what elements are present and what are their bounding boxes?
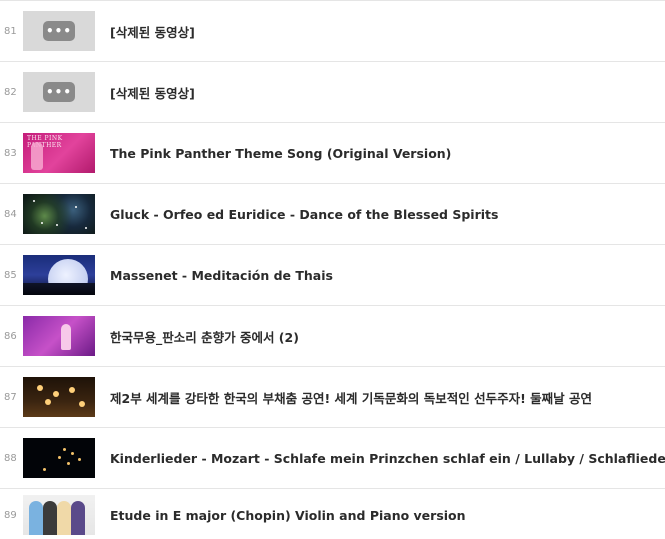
anime-characters-thumbnail[interactable] bbox=[23, 495, 95, 535]
item-title[interactable]: Kinderlieder - Mozart - Schlafe mein Pri… bbox=[110, 451, 665, 466]
item-title[interactable]: 제2부 세계를 강타한 한국의 부채춤 공연! 세계 기독문화의 독보적인 선두… bbox=[110, 388, 592, 407]
playlist-item[interactable]: 88 Kinderlieder - Mozart - Schlafe mein … bbox=[0, 428, 665, 489]
deleted-video-thumbnail[interactable]: ••• bbox=[23, 72, 95, 112]
night-lights-thumbnail[interactable] bbox=[23, 438, 95, 478]
playlist-item[interactable]: 84 Gluck - Orfeo ed Euridice - Dance of … bbox=[0, 184, 665, 245]
item-index: 88 bbox=[4, 452, 17, 464]
item-index: 82 bbox=[4, 86, 17, 98]
korean-dance-stage-thumbnail[interactable] bbox=[23, 316, 95, 356]
playlist-item[interactable]: 89 Etude in E major (Chopin) Violin and … bbox=[0, 489, 665, 539]
item-title[interactable]: Gluck - Orfeo ed Euridice - Dance of the… bbox=[110, 207, 498, 222]
deleted-video-thumbnail[interactable]: ••• bbox=[23, 11, 95, 51]
item-index: 81 bbox=[4, 25, 17, 37]
item-title[interactable]: Etude in E major (Chopin) Violin and Pia… bbox=[110, 508, 466, 523]
pink-panther-thumbnail[interactable]: THE PINK PANTHER bbox=[23, 133, 95, 173]
item-index: 86 bbox=[4, 330, 17, 342]
item-index: 87 bbox=[4, 391, 17, 403]
dancer-figure bbox=[61, 324, 71, 350]
item-index: 83 bbox=[4, 147, 17, 159]
playlist-item[interactable]: 81 ••• [삭제된 동영상] bbox=[0, 1, 665, 62]
playlist-item[interactable]: 85 Massenet - Meditación de Thais bbox=[0, 245, 665, 306]
item-title[interactable]: [삭제된 동영상] bbox=[110, 83, 195, 102]
item-index: 89 bbox=[4, 509, 17, 521]
more-icon: ••• bbox=[43, 21, 75, 41]
playlist-item[interactable]: 87 제2부 세계를 강타한 한국의 부채춤 공연! 세계 기독문화의 독보적인… bbox=[0, 367, 665, 428]
item-title[interactable]: 한국무용_판소리 춘향가 중에서 (2) bbox=[110, 327, 299, 346]
more-icon: ••• bbox=[43, 82, 75, 102]
item-index: 85 bbox=[4, 269, 17, 281]
playlist-item[interactable]: 86 한국무용_판소리 춘향가 중에서 (2) bbox=[0, 306, 665, 367]
water-shape bbox=[23, 283, 95, 295]
playlist: 81 ••• [삭제된 동영상] 82 ••• [삭제된 동영상] 83 THE… bbox=[0, 0, 665, 539]
moonlit-sea-thumbnail[interactable] bbox=[23, 255, 95, 295]
playlist-item[interactable]: 82 ••• [삭제된 동영상] bbox=[0, 62, 665, 123]
item-title[interactable]: [삭제된 동영상] bbox=[110, 22, 195, 41]
nebula-thumbnail[interactable] bbox=[23, 194, 95, 234]
panther-figure bbox=[31, 142, 43, 170]
playlist-item[interactable]: 83 THE PINK PANTHER The Pink Panther The… bbox=[0, 123, 665, 184]
fan-dance-stage-thumbnail[interactable] bbox=[23, 377, 95, 417]
item-title[interactable]: Massenet - Meditación de Thais bbox=[110, 268, 333, 283]
item-index: 84 bbox=[4, 208, 17, 220]
item-title[interactable]: The Pink Panther Theme Song (Original Ve… bbox=[110, 146, 451, 161]
